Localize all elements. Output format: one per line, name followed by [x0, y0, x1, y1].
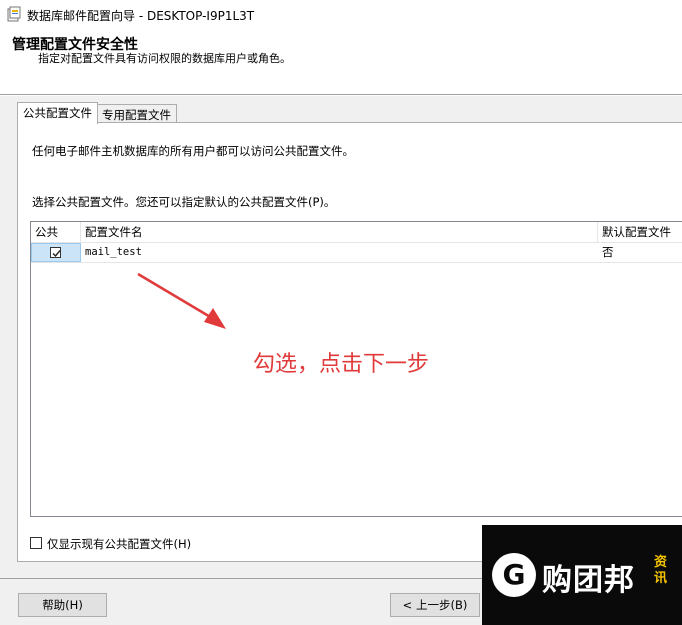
select-profile-label: 选择公共配置文件。您还可以指定默认的公共配置文件(P)。 [32, 195, 336, 209]
watermark-logo: G 购团邦 资讯 [482, 525, 682, 625]
watermark-name: 购团邦 [542, 563, 635, 598]
page-subtitle: 指定对配置文件具有访问权限的数据库用户或角色。 [38, 52, 291, 65]
back-button[interactable]: < 上一步(B) [390, 593, 480, 617]
watermark-sub: 资讯 [654, 555, 668, 586]
header-divider-highlight [0, 95, 682, 96]
profile-name-cell: mail_test [85, 246, 142, 258]
title-bar: 数据库邮件配置向导 - DESKTOP-I9P1L3T [0, 0, 682, 28]
window-title: 数据库邮件配置向导 - DESKTOP-I9P1L3T [27, 9, 255, 23]
show-existing-label[interactable]: 仅显示现有公共配置文件(H) [47, 536, 191, 552]
tab-panel: 任何电子邮件主机数据库的所有用户都可以访问公共配置文件。 选择公共配置文件。您还… [17, 122, 682, 562]
tab-private-profiles[interactable]: 专用配置文件 [96, 104, 177, 124]
column-header-default-profile[interactable]: 默认配置文件 [598, 222, 682, 242]
table-row[interactable]: mail_test 否 [31, 243, 682, 263]
public-checkbox[interactable] [50, 247, 61, 258]
show-existing-profiles-option[interactable]: 仅显示现有公共配置文件(H) [30, 536, 230, 552]
default-profile-cell[interactable]: 否 [598, 243, 682, 262]
show-existing-checkbox[interactable] [30, 537, 42, 549]
watermark-logo-letter: G [502, 558, 526, 591]
public-cell[interactable] [31, 243, 81, 262]
checkmark-icon [52, 250, 61, 258]
wizard-header: 管理配置文件安全性 指定对配置文件具有访问权限的数据库用户或角色。 [0, 28, 682, 94]
panel-description: 任何电子邮件主机数据库的所有用户都可以访问公共配置文件。 [32, 144, 354, 158]
annotation-text: 勾选，点击下一步 [253, 352, 430, 377]
tab-public-profiles[interactable]: 公共配置文件 [17, 102, 98, 124]
grid-header: 公共 配置文件名 默认配置文件 [31, 222, 682, 243]
watermark-logo-icon: G [492, 553, 536, 597]
help-button[interactable]: 帮助(H) [18, 593, 107, 617]
wizard-app-icon [7, 6, 21, 22]
column-header-public[interactable]: 公共 [31, 222, 81, 242]
column-header-profile-name[interactable]: 配置文件名 [81, 222, 598, 242]
